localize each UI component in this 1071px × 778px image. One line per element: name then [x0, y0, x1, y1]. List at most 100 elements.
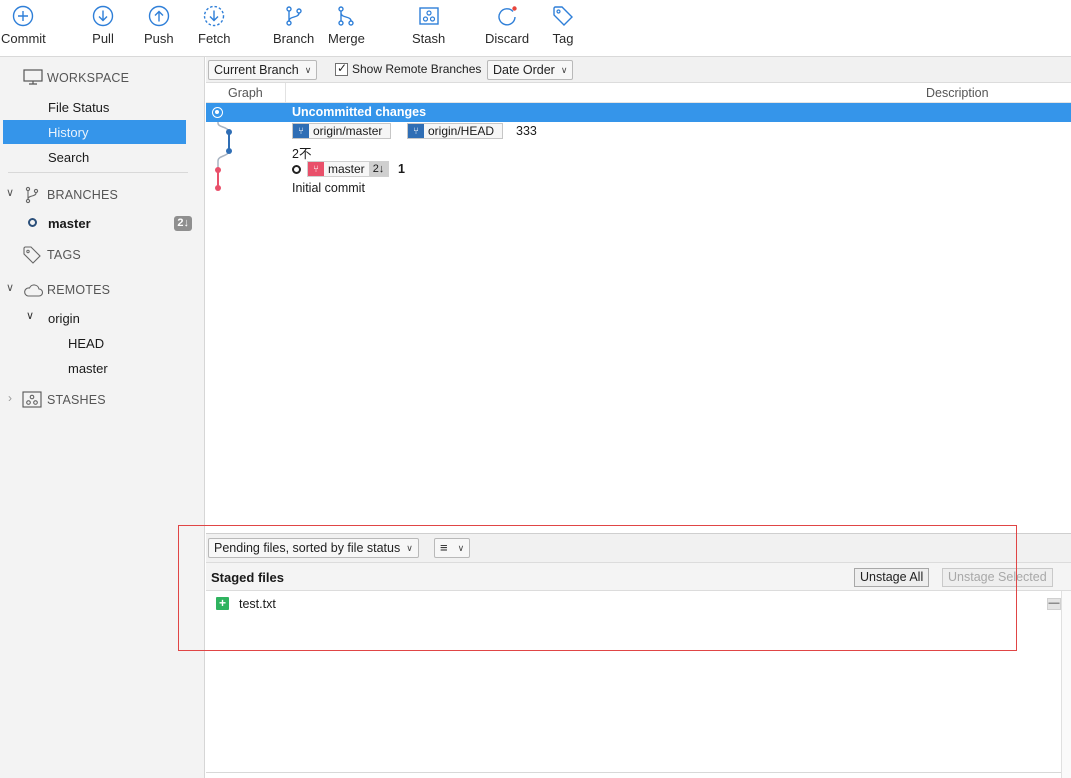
commit-row[interactable]: ⑂ master 2↓ 1	[206, 160, 1071, 179]
branch-filter-select[interactable]: Current Branch ∨	[208, 60, 318, 80]
sidebar-stashes-header[interactable]: › STASHES	[0, 388, 205, 412]
commit-message: Initial commit	[292, 181, 365, 195]
tag-icon	[23, 246, 41, 264]
stash-icon	[22, 391, 42, 408]
chevron-down-icon[interactable]: ∨	[26, 309, 34, 322]
scrollbar[interactable]	[1061, 591, 1071, 778]
pending-sort-value: Pending files, sorted by file status	[214, 541, 401, 555]
view-mode-select[interactable]: ≡ ∨	[434, 538, 471, 558]
staged-file-row[interactable]: + test.txt —	[206, 595, 1061, 615]
workspace-label: WORKSPACE	[47, 71, 130, 85]
branch-icon	[285, 6, 302, 26]
file-status-label: File Status	[48, 99, 110, 115]
commit-message: 1	[398, 162, 405, 176]
chevron-down-icon[interactable]: ∨	[6, 281, 14, 294]
sidebar-item-remote-origin[interactable]: ∨ origin	[0, 306, 205, 330]
sidebar-item-history[interactable]: History	[3, 120, 186, 144]
branch-icon	[25, 186, 39, 204]
local-branch-icon: ⑂	[308, 162, 324, 176]
fetch-label: Fetch	[198, 31, 231, 46]
commit-row-uncommitted[interactable]: Uncommitted changes	[206, 103, 1071, 122]
branch-tag-origin-master[interactable]: ⑂ origin/master	[292, 123, 392, 139]
arrow-down-circle-icon	[92, 5, 114, 27]
push-button[interactable]: Push	[144, 4, 174, 46]
stash-button[interactable]: Stash	[412, 4, 445, 46]
sidebar-item-search[interactable]: Search	[0, 145, 205, 169]
chevron-right-icon[interactable]: ›	[8, 391, 12, 405]
unstage-all-button[interactable]: Unstage All	[854, 568, 930, 587]
commit-button[interactable]: Commit	[1, 4, 46, 46]
branch-filter-value: Current Branch	[214, 63, 299, 77]
sidebar-item-origin-head[interactable]: HEAD	[0, 331, 205, 355]
plus-circle-icon	[13, 5, 34, 27]
remote-branch-icon: ⑂	[408, 124, 424, 138]
stash-icon	[418, 7, 439, 25]
chevron-down-icon: ∨	[560, 65, 568, 75]
tag-label: Tag	[552, 31, 574, 46]
show-remote-checkbox[interactable]	[335, 61, 348, 76]
arrow-up-circle-icon	[148, 5, 170, 27]
branch-tag-origin-head[interactable]: ⑂ origin/HEAD	[407, 123, 504, 139]
pull-button[interactable]: Pull	[91, 4, 115, 46]
graph-column-header[interactable]: Graph	[228, 86, 263, 100]
pane-divider	[206, 772, 1061, 773]
list-icon: ≡	[440, 540, 448, 555]
sidebar-workspace-header[interactable]: WORKSPACE	[0, 66, 205, 90]
commit-row[interactable]: Initial commit	[206, 179, 1071, 198]
fetch-button[interactable]: Fetch	[198, 4, 231, 46]
unstage-file-button[interactable]: —	[1047, 598, 1061, 610]
tag-button[interactable]: Tag	[551, 4, 575, 46]
pull-label: Pull	[92, 31, 114, 46]
discard-button[interactable]: Discard	[485, 4, 529, 46]
commit-message: 333	[516, 124, 537, 138]
cloud-icon	[24, 284, 43, 297]
remote-branch-icon: ⑂	[293, 124, 309, 138]
dashed-down-circle-icon	[204, 5, 225, 27]
added-file-icon: +	[216, 597, 229, 610]
commit-row[interactable]: 2不	[206, 141, 1071, 161]
description-column-header[interactable]: Description	[926, 86, 989, 100]
branch-button[interactable]: Branch	[273, 4, 314, 46]
sidebar-item-file-status[interactable]: File Status	[0, 95, 205, 119]
behind-count-badge: 2↓	[174, 216, 192, 231]
stashes-label: STASHES	[47, 393, 106, 407]
tags-label: TAGS	[47, 248, 81, 262]
stash-label: Stash	[412, 31, 446, 46]
sidebar-item-branch-master[interactable]: master 2↓	[0, 211, 205, 235]
sidebar-item-origin-master[interactable]: master	[0, 356, 205, 380]
remotes-label: REMOTES	[47, 283, 111, 297]
chevron-down-icon[interactable]: ∨	[6, 186, 14, 199]
tag-icon	[553, 6, 573, 26]
order-select[interactable]: Date Order ∨	[487, 60, 574, 80]
origin-head-label: HEAD	[68, 335, 105, 351]
head-marker-icon	[292, 165, 301, 174]
column-divider[interactable]	[285, 83, 286, 103]
chevron-down-icon: ∨	[406, 543, 413, 553]
sidebar-branches-header[interactable]: ∨ BRANCHES	[0, 183, 205, 207]
pending-bar: Pending files, sorted by file status ∨ ≡…	[206, 533, 1071, 563]
commit-row[interactable]: ⑂ origin/master ⑂ origin/HEAD 333	[206, 122, 1071, 141]
pending-sort-select[interactable]: Pending files, sorted by file status ∨	[208, 538, 419, 558]
sidebar: WORKSPACE File Status History Search ∨ B…	[0, 57, 205, 778]
monitor-icon	[23, 69, 43, 85]
current-branch-icon	[28, 218, 37, 227]
staged-files-header: Staged files Unstage All Unstage Selecte…	[206, 563, 1071, 591]
working-copy-icon	[212, 107, 223, 118]
sidebar-tags-header[interactable]: TAGS	[0, 243, 205, 267]
branch-label: Branch	[273, 31, 315, 46]
merge-button[interactable]: Merge	[328, 4, 365, 46]
branch-tag-label: master	[328, 162, 365, 176]
behind-count-badge: 2↓	[368, 162, 389, 176]
branch-tag-master[interactable]: ⑂ master 2↓	[307, 161, 390, 177]
commit-message: Uncommitted changes	[292, 105, 427, 119]
show-remote-label[interactable]: Show Remote Branches	[352, 62, 481, 76]
merge-icon	[338, 6, 355, 26]
chevron-down-icon: ∨	[304, 65, 312, 75]
discard-label: Discard	[485, 31, 530, 46]
order-value: Date Order	[493, 63, 555, 77]
chevron-down-icon: ∨	[457, 543, 465, 553]
toolbar: Commit Pull Push Fetch Branch Merge Stas…	[0, 0, 1071, 57]
branch-tag-label: origin/master	[313, 124, 383, 138]
unstage-selected-button[interactable]: Unstage Selected	[942, 568, 1053, 587]
sidebar-remotes-header[interactable]: ∨ REMOTES	[0, 278, 205, 302]
